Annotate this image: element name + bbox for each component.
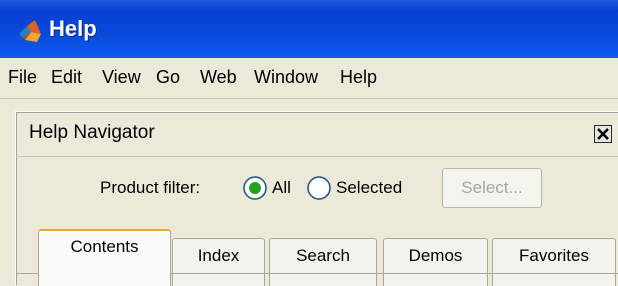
help-navigator-panel: Help Navigator Product filter: All Selec… bbox=[15, 111, 618, 286]
menu-view[interactable]: View bbox=[102, 58, 141, 96]
panel-title: Help Navigator bbox=[29, 122, 155, 143]
title-bar[interactable]: Help bbox=[0, 0, 618, 58]
menu-edit[interactable]: Edit bbox=[51, 58, 82, 96]
tab-search[interactable]: Search bbox=[269, 238, 377, 286]
panel-header: Help Navigator bbox=[16, 112, 618, 157]
tab-index[interactable]: Index bbox=[172, 238, 265, 286]
menu-web[interactable]: Web bbox=[200, 58, 237, 96]
menu-bar: File Edit View Go Web Window Help bbox=[0, 58, 618, 99]
select-button[interactable]: Select... bbox=[442, 168, 542, 208]
menu-help[interactable]: Help bbox=[340, 58, 377, 96]
window-title: Help bbox=[49, 16, 97, 41]
radio-all-label: All bbox=[272, 178, 291, 197]
tab-demos[interactable]: Demos bbox=[383, 238, 488, 286]
radio-selected-label: Selected bbox=[336, 178, 403, 197]
tab-favorites[interactable]: Favorites bbox=[492, 238, 616, 286]
matlab-membrane-icon bbox=[19, 20, 41, 42]
radio-all[interactable] bbox=[242, 175, 268, 201]
menu-go[interactable]: Go bbox=[156, 58, 180, 96]
product-filter-label: Product filter: bbox=[100, 178, 201, 197]
radio-selected[interactable] bbox=[306, 175, 332, 201]
menu-file[interactable]: File bbox=[8, 58, 37, 96]
tab-contents[interactable]: Contents bbox=[38, 229, 171, 286]
menu-window[interactable]: Window bbox=[254, 58, 318, 96]
close-icon bbox=[597, 128, 609, 140]
close-button[interactable] bbox=[594, 125, 612, 143]
